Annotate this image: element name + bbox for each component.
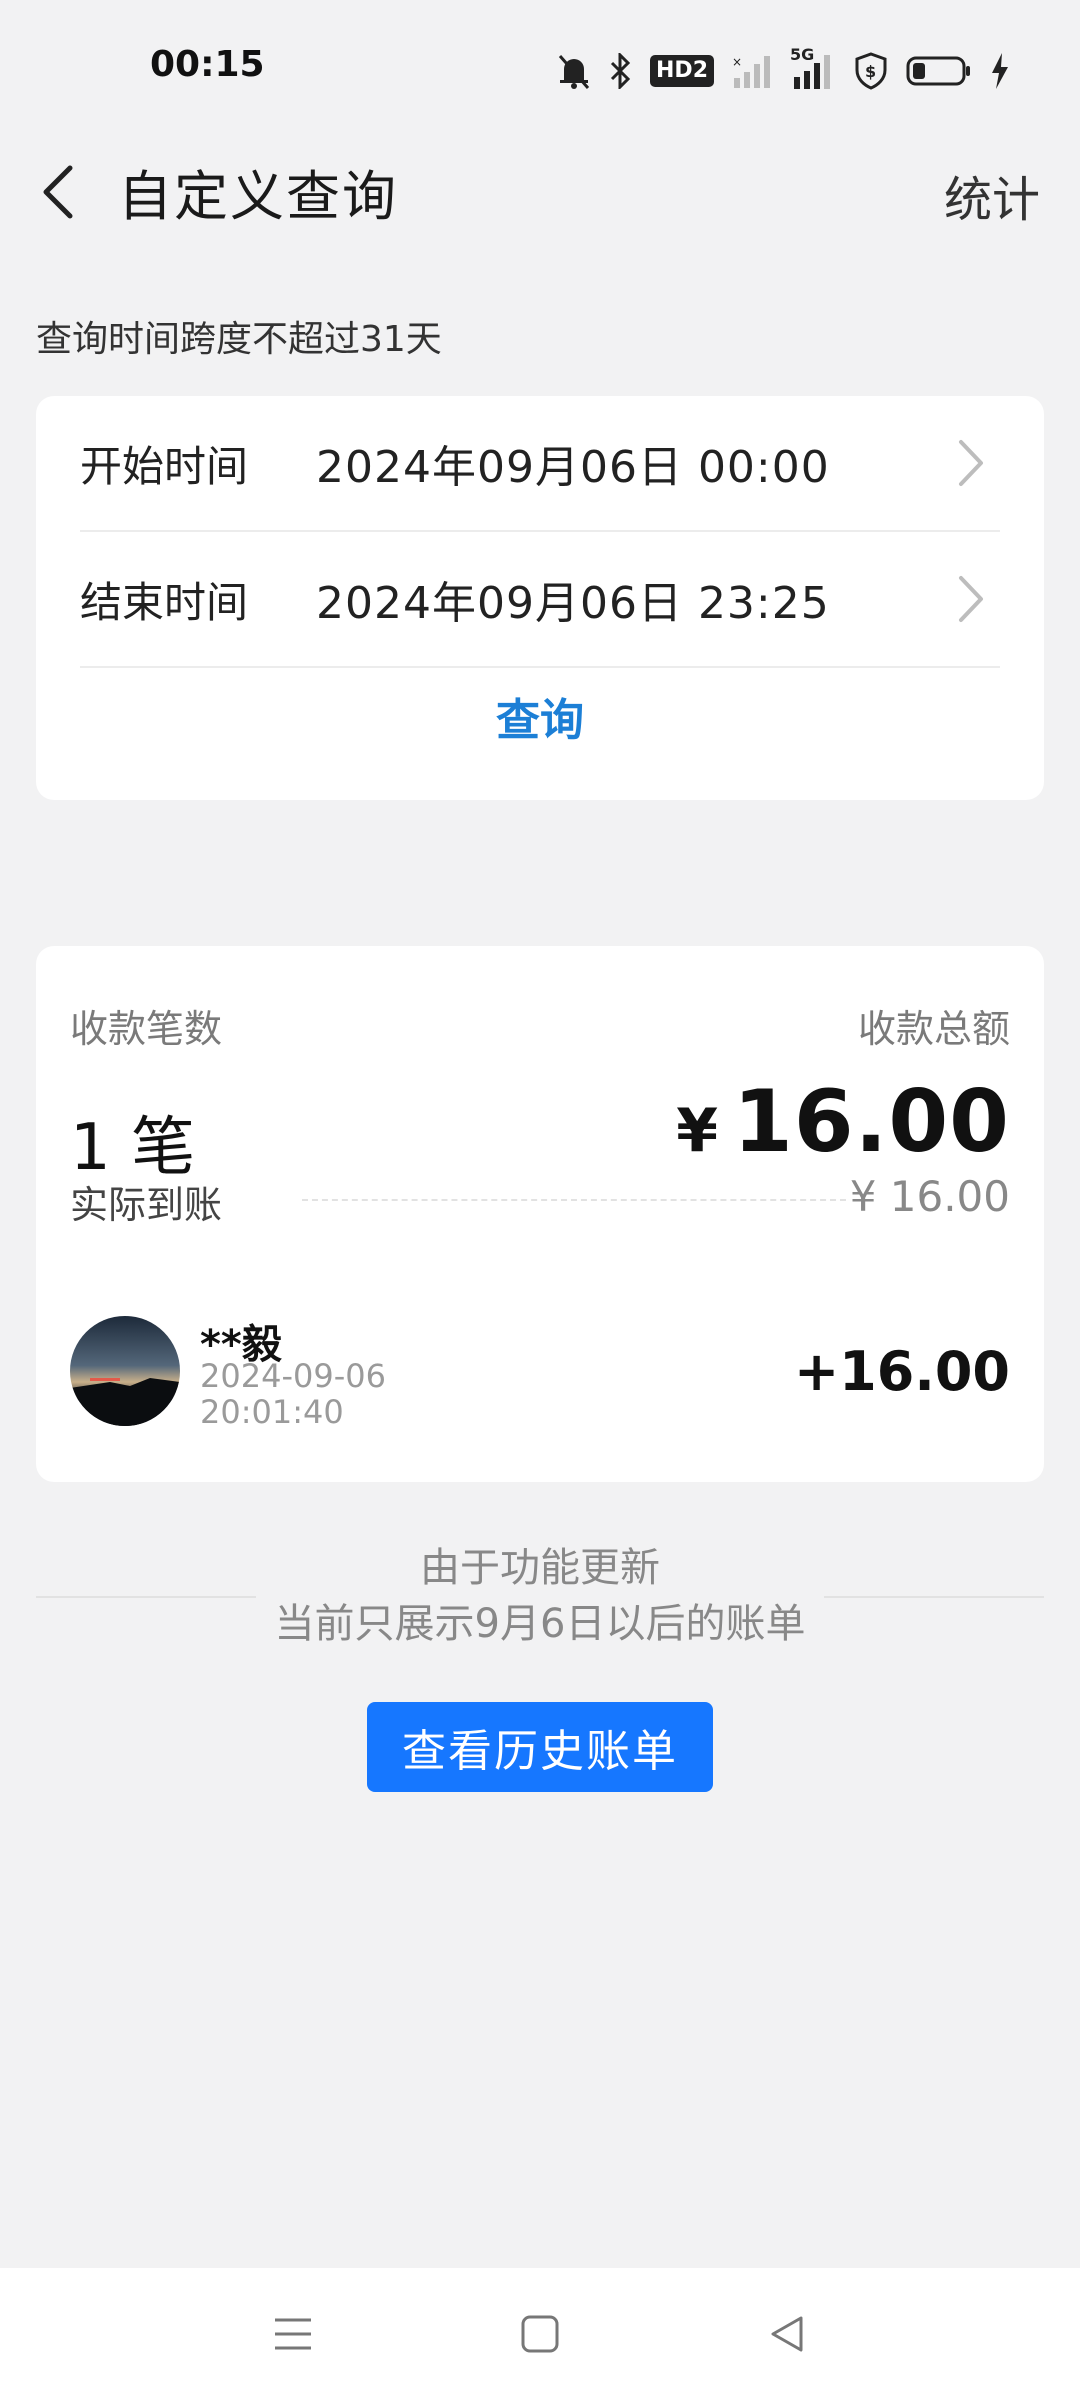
status-icons: HD2 × 5G $: [556, 45, 1010, 96]
end-time-row[interactable]: 结束时间 2024年09月06日 23:25: [80, 532, 1000, 668]
view-history-button[interactable]: 查看历史账单: [367, 1702, 713, 1792]
status-time: 00:15: [150, 44, 265, 85]
start-time-value: 2024年09月06日 00:00: [316, 442, 830, 493]
5g-signal-icon: 5G: [790, 45, 836, 89]
notice-line-2: 当前只展示9月6日以后的账单: [274, 1601, 806, 1647]
query-button[interactable]: 查询: [36, 684, 1044, 748]
back-triangle-icon: [771, 2316, 803, 2352]
charging-icon: [990, 53, 1010, 89]
summary-card: 收款笔数 收款总额 1 笔 ¥16.00 实际到账 ¥ 16.00 **毅 20…: [36, 946, 1044, 1482]
currency-symbol: ¥: [676, 1096, 719, 1166]
svg-text:$: $: [865, 62, 876, 81]
transaction-date: 2024-09-06: [200, 1357, 386, 1395]
arrived-label: 实际到账: [70, 1183, 223, 1227]
chevron-right-icon: [940, 433, 1000, 493]
total-amount: 16.00: [732, 1072, 1010, 1172]
back-nav-button[interactable]: [747, 2294, 827, 2374]
transaction-amount: +16.00: [793, 1340, 1010, 1403]
update-notice: 由于功能更新 当前只展示9月6日以后的账单: [0, 1540, 1080, 1652]
svg-text:×: ×: [732, 55, 742, 69]
avatar: [70, 1316, 180, 1426]
home-button[interactable]: [500, 2294, 580, 2374]
chevron-right-icon: [940, 569, 1000, 629]
menu-button[interactable]: [253, 2294, 333, 2374]
end-time-value: 2024年09月06日 23:25: [316, 578, 830, 629]
query-card: 开始时间 2024年09月06日 00:00 结束时间 2024年09月06日 …: [36, 396, 1044, 800]
transaction-row[interactable]: **毅 2024-09-06 20:01:40 +16.00: [36, 1316, 1044, 1436]
mute-bell-icon: [556, 52, 592, 90]
end-time-label: 结束时间: [80, 577, 249, 627]
payment-count-label: 收款笔数: [70, 1007, 223, 1051]
transaction-time: 20:01:40: [200, 1393, 344, 1431]
hd-voice-icon: HD2: [650, 55, 714, 87]
back-button[interactable]: [30, 152, 86, 232]
chevron-left-icon: [43, 165, 73, 219]
home-square-icon: [521, 2315, 559, 2353]
date-range-hint: 查询时间跨度不超过31天: [36, 319, 442, 360]
menu-icon: [275, 2318, 312, 2350]
page-title: 自定义查询: [118, 165, 398, 228]
statistics-button[interactable]: 统计: [944, 160, 1040, 230]
arrived-value: ¥ 16.00: [849, 1172, 1010, 1221]
system-nav-bar: [0, 2268, 1080, 2400]
payment-total-value: ¥16.00: [676, 1072, 1010, 1172]
bluetooth-icon: [610, 53, 632, 89]
dashed-divider: [302, 1199, 846, 1201]
start-time-label: 开始时间: [80, 441, 249, 491]
transaction-datetime: 2024-09-06 20:01:40: [200, 1358, 420, 1430]
payment-total-label: 收款总额: [857, 1007, 1010, 1051]
notice-line-1: 由于功能更新: [420, 1545, 660, 1591]
signal-icon: ×: [732, 54, 772, 88]
start-time-row[interactable]: 开始时间 2024年09月06日 00:00: [80, 396, 1000, 532]
shield-icon: $: [854, 52, 888, 90]
battery-icon: [906, 55, 972, 87]
